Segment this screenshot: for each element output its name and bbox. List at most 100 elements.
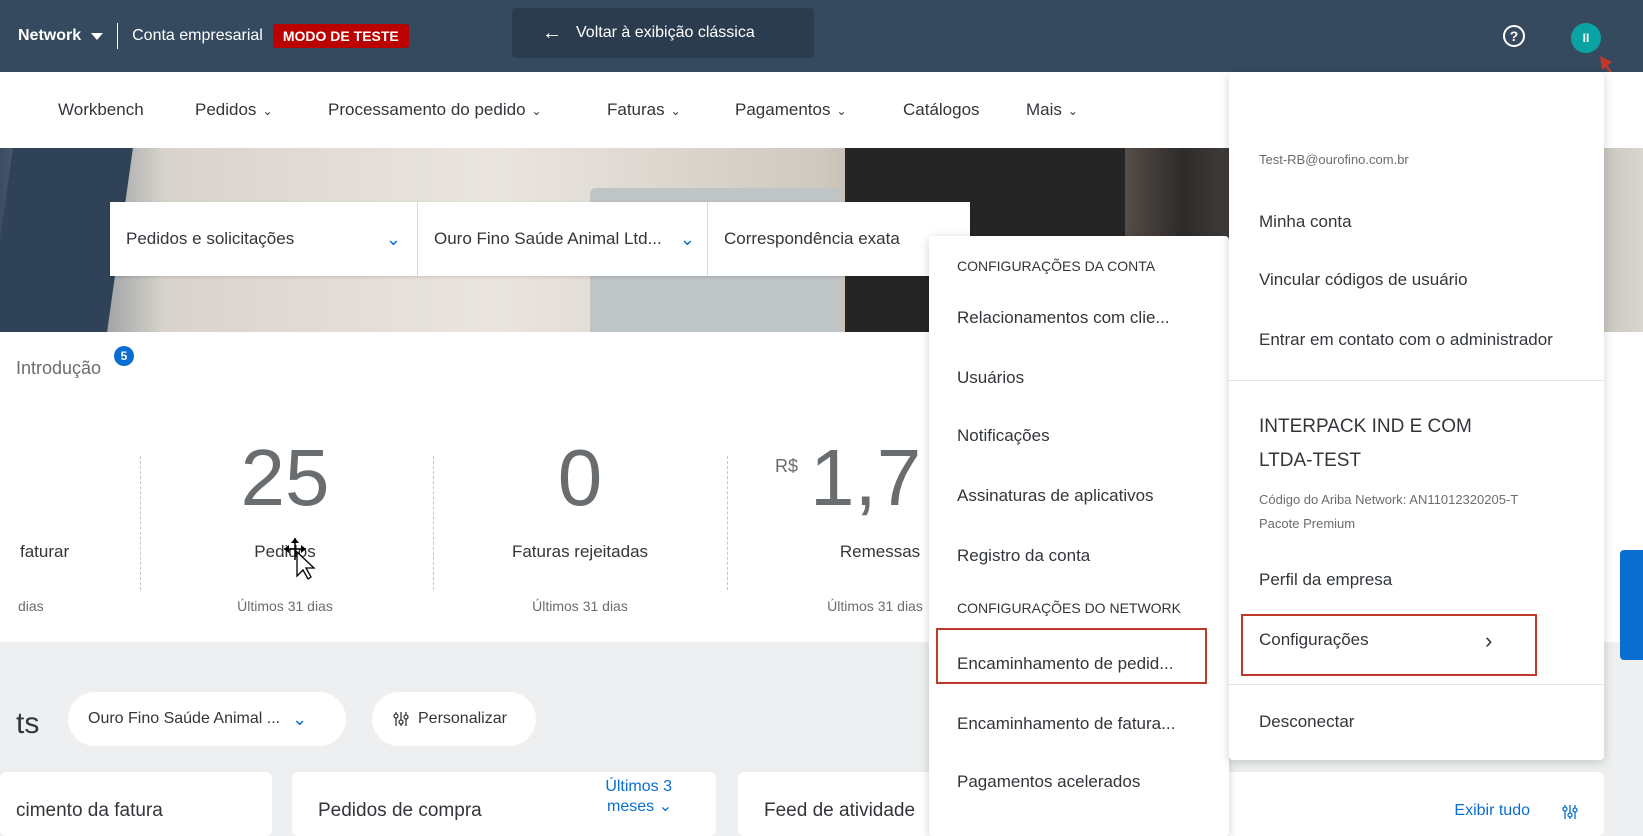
- menu-item-company-profile[interactable]: Perfil da empresa: [1259, 570, 1392, 590]
- chip-label: Personalizar: [418, 710, 507, 727]
- user-avatar[interactable]: II: [1571, 23, 1601, 53]
- chevron-down-icon: ⌄: [531, 104, 542, 118]
- chevron-down-icon: ⌄: [658, 798, 672, 815]
- view-all-link[interactable]: Exibir tudo: [1420, 802, 1530, 820]
- caret-down-icon: [91, 32, 104, 40]
- highlight-box: [936, 628, 1207, 684]
- chevron-down-icon: ⌄: [1067, 104, 1078, 118]
- nav-pagamentos[interactable]: Pagamentos ⌄: [735, 100, 847, 120]
- classic-view-label: Voltar à exibição clássica: [576, 24, 755, 41]
- menu-item-link-user-codes[interactable]: Vincular códigos de usuário: [1259, 270, 1468, 290]
- user-email: Test-RB@ourofino.com.br: [1259, 152, 1409, 167]
- chevron-down-icon: ⌄: [385, 228, 401, 249]
- search-type-select[interactable]: Pedidos e solicitações ⌄: [110, 202, 418, 276]
- period-line: meses: [607, 798, 655, 815]
- tab-label: Introdução: [16, 358, 102, 378]
- account-type: Conta empresarial: [132, 27, 263, 44]
- nav-processamento[interactable]: Processamento do pedido ⌄: [328, 100, 542, 120]
- menu-section-header: CONFIGURAÇÕES DO NETWORK: [957, 600, 1182, 616]
- package-label: Pacote Premium: [1259, 516, 1356, 531]
- nav-label: Faturas: [607, 100, 665, 119]
- period-line: Últimos 3: [605, 778, 672, 795]
- company-name: INTERPACK IND E COM: [1259, 416, 1472, 437]
- menu-section-header: CONFIGURAÇÕES DA CONTA: [957, 258, 1156, 274]
- period-select[interactable]: Últimos 3 meses ⌄: [560, 778, 672, 816]
- sliders-icon: [393, 712, 409, 726]
- highlight-box: [1241, 614, 1537, 676]
- currency-symbol: R$: [775, 456, 799, 476]
- help-icon[interactable]: ?: [1503, 25, 1525, 47]
- menu-item-my-account[interactable]: Minha conta: [1259, 212, 1352, 232]
- nav-label: Mais: [1026, 100, 1062, 119]
- divider: [727, 456, 728, 590]
- menu-item-logout[interactable]: Desconectar: [1259, 712, 1354, 732]
- chevron-down-icon: ⌄: [292, 708, 308, 729]
- section-title: ts: [16, 707, 40, 740]
- nav-faturas[interactable]: Faturas ⌄: [607, 100, 681, 120]
- tab-introducao[interactable]: Introdução: [16, 358, 101, 379]
- test-mode-badge: MODO DE TESTE: [272, 24, 409, 48]
- menu-item-notifications[interactable]: Notificações: [957, 426, 1050, 446]
- chevron-down-icon: ⌄: [262, 104, 273, 118]
- search-bar: Pedidos e solicitações ⌄ Ouro Fino Saúde…: [110, 202, 970, 276]
- nav-label: Processamento do pedido: [328, 100, 526, 119]
- nav-pedidos[interactable]: Pedidos ⌄: [195, 100, 273, 120]
- metric-value[interactable]: 1,7: [810, 432, 930, 524]
- menu-item-users[interactable]: Usuários: [957, 368, 1024, 388]
- top-bar: Network Conta empresarial MODO DE TESTE …: [0, 0, 1643, 72]
- network-id: Código do Ariba Network: AN11012320205-T: [1259, 492, 1519, 507]
- brand-label: Network: [18, 27, 82, 44]
- settings-submenu: CONFIGURAÇÕES DA CONTA Relacionamentos c…: [929, 236, 1229, 836]
- menu-item-contact-admin[interactable]: Entrar em contato com o administrador: [1259, 330, 1553, 350]
- classic-view-button[interactable]: ← Voltar à exibição clássica: [512, 8, 814, 58]
- metric-value[interactable]: 0: [500, 432, 660, 524]
- divider: [433, 456, 434, 590]
- arrow-left-icon: ←: [542, 21, 562, 44]
- metric-label: Faturas rejeitadas: [511, 542, 649, 561]
- nav-catalogos[interactable]: Catálogos: [903, 100, 980, 120]
- menu-item-invoice-routing[interactable]: Encaminhamento de fatura...: [957, 714, 1175, 734]
- card-title: Feed de atividade: [764, 800, 916, 821]
- customer-filter-chip[interactable]: Ouro Fino Saúde Animal ... ⌄: [68, 692, 346, 746]
- search-type-value: Pedidos e solicitações: [126, 229, 295, 248]
- move-cursor-icon: [284, 538, 316, 580]
- top-bar-left: Network Conta empresarial MODO DE TESTE: [0, 0, 409, 72]
- notification-badge: 5: [114, 346, 134, 366]
- divider: [1229, 380, 1604, 381]
- card-title: Pedidos de compra: [318, 800, 482, 821]
- metric-period: dias: [18, 598, 44, 614]
- network-switcher[interactable]: Network: [18, 27, 104, 45]
- metric-period: Últimos 31 dias: [532, 598, 628, 614]
- metric-label: faturar: [20, 542, 70, 561]
- customize-button[interactable]: Personalizar: [372, 692, 536, 746]
- metric-period: Últimos 31 dias: [237, 598, 333, 614]
- divider: [117, 23, 119, 49]
- nav-label: Pagamentos: [735, 100, 831, 119]
- metric-label: Remessas: [839, 542, 921, 561]
- menu-item-app-subscriptions[interactable]: Assinaturas de aplicativos: [957, 486, 1154, 506]
- customer-select[interactable]: Ouro Fino Saúde Animal Ltd... ⌄: [418, 202, 708, 276]
- nav-mais[interactable]: Mais ⌄: [1026, 100, 1078, 120]
- feedback-tab[interactable]: [1620, 550, 1643, 660]
- customer-value: Ouro Fino Saúde Animal Ltd...: [434, 229, 662, 248]
- nav-label: Catálogos: [903, 100, 980, 119]
- menu-item-customer-relationships[interactable]: Relacionamentos com clie...: [957, 308, 1170, 328]
- nav-label: Pedidos: [195, 100, 257, 119]
- metric-period: Últimos 31 dias: [827, 598, 923, 614]
- nav-workbench[interactable]: Workbench: [58, 100, 144, 120]
- match-value: Correspondência exata: [724, 229, 900, 248]
- card-title: cimento da fatura: [16, 800, 163, 821]
- menu-item-accelerated-payments[interactable]: Pagamentos acelerados: [957, 772, 1140, 792]
- divider: [140, 456, 141, 590]
- nav-label: Workbench: [58, 100, 144, 119]
- chip-label: Ouro Fino Saúde Animal ...: [88, 710, 281, 727]
- chevron-down-icon: ⌄: [679, 228, 695, 249]
- chevron-down-icon: ⌄: [836, 104, 847, 118]
- chevron-right-icon: ›: [1485, 628, 1493, 653]
- chevron-down-icon: ⌄: [670, 104, 681, 118]
- sliders-icon[interactable]: [1561, 803, 1579, 821]
- company-name-line2: LTDA-TEST: [1259, 450, 1362, 471]
- divider: [1229, 684, 1604, 685]
- metric-value[interactable]: 25: [200, 432, 370, 524]
- menu-item-account-registration[interactable]: Registro da conta: [957, 546, 1090, 566]
